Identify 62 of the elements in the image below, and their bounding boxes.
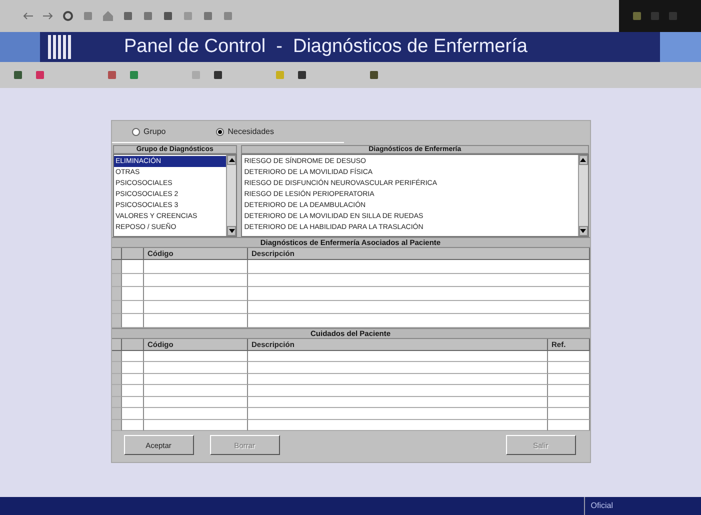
home-icon[interactable]: [102, 10, 114, 22]
table-cell[interactable]: [122, 362, 144, 374]
table-cell[interactable]: [144, 300, 248, 314]
table-cell[interactable]: [144, 385, 248, 396]
down-arrow-icon[interactable]: [580, 229, 586, 233]
diagnosis-list[interactable]: [241, 154, 588, 237]
table-cell[interactable]: [144, 374, 248, 385]
table-cell[interactable]: [144, 408, 248, 420]
up-arrow-icon[interactable]: [580, 158, 586, 162]
table-cell[interactable]: [144, 362, 248, 374]
radio-option[interactable]: Grupo: [132, 127, 166, 136]
table-cell[interactable]: [122, 408, 144, 420]
table-cell[interactable]: [144, 274, 248, 287]
row-header[interactable]: [112, 287, 122, 300]
up-arrow-icon[interactable]: [228, 158, 235, 162]
row-header[interactable]: [112, 314, 122, 328]
refresh-icon[interactable]: [62, 10, 74, 22]
table-cell[interactable]: [144, 314, 248, 328]
table-cell[interactable]: [248, 385, 548, 396]
table-cell[interactable]: [248, 300, 590, 314]
table-cell[interactable]: [122, 314, 144, 328]
table-cell[interactable]: [248, 350, 548, 362]
table-cell[interactable]: [144, 420, 248, 431]
row-header[interactable]: [112, 260, 122, 274]
row-header[interactable]: [112, 350, 122, 362]
window-title: Panel de Control - Diagnósticos de Enfermería: [124, 36, 528, 58]
row-header[interactable]: [112, 300, 122, 314]
logo-icon: [48, 35, 72, 59]
table-cell[interactable]: [548, 385, 590, 396]
table-cell[interactable]: [548, 362, 590, 374]
table-cell[interactable]: [144, 260, 248, 274]
table-cell[interactable]: [548, 408, 590, 420]
table-cell[interactable]: [248, 420, 548, 431]
row-header[interactable]: [112, 374, 122, 385]
table-cell[interactable]: [248, 260, 590, 274]
column-header: [122, 248, 144, 260]
table-cell[interactable]: [248, 287, 590, 300]
status-text: Oficial: [584, 497, 661, 515]
row-header[interactable]: [112, 362, 122, 374]
row-header[interactable]: [112, 274, 122, 287]
table-cell[interactable]: [248, 362, 548, 374]
table-cell[interactable]: [122, 385, 144, 396]
row-header[interactable]: [112, 420, 122, 431]
row-header[interactable]: [112, 408, 122, 420]
table-cell[interactable]: [144, 287, 248, 300]
scrollbar[interactable]: [578, 155, 588, 236]
table-cell[interactable]: [144, 350, 248, 362]
scrollbar[interactable]: [226, 155, 236, 236]
table-cell[interactable]: [122, 287, 144, 300]
table-cell[interactable]: [248, 408, 548, 420]
table-cell[interactable]: [248, 314, 590, 328]
down-arrow-icon[interactable]: [228, 229, 235, 233]
table-cell[interactable]: [248, 374, 548, 385]
back-icon[interactable]: [22, 11, 34, 21]
forward-icon[interactable]: [42, 11, 54, 21]
row-header[interactable]: [112, 385, 122, 396]
table-cell[interactable]: [122, 260, 144, 274]
row-header[interactable]: [112, 396, 122, 408]
radio-option[interactable]: Necesidades: [216, 127, 274, 136]
table-cell[interactable]: [144, 396, 248, 408]
table-cell[interactable]: [248, 396, 548, 408]
table-cell[interactable]: [248, 274, 590, 287]
